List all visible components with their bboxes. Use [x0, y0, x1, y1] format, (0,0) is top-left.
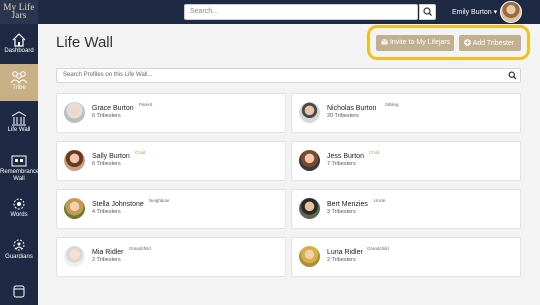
words-icon	[13, 198, 25, 210]
page-title: Life Wall	[56, 34, 113, 51]
jar-icon	[13, 285, 25, 298]
profile-search-input[interactable]: Search Profiles on this Life Wall...	[56, 68, 521, 83]
profile-name: Mia Ridler	[92, 249, 124, 256]
search-icon[interactable]	[508, 71, 517, 80]
profile-card[interactable]: Grace Burton Parent 6 Tribesters	[56, 93, 286, 133]
profile-photo	[64, 150, 85, 171]
profile-relation: Uncle	[374, 198, 386, 203]
profile-name: Stella Johnstone	[92, 201, 144, 208]
profile-photo	[299, 150, 320, 171]
profile-card[interactable]: Jess Burton Child 7 Tribesters	[291, 141, 521, 181]
search-icon	[423, 7, 432, 16]
profile-relation: Sibling	[385, 102, 399, 107]
profile-relation: Child	[369, 150, 380, 155]
sidebar-item-dashboard[interactable]: Dashboard	[0, 28, 38, 64]
add-tribester-button-label: Add Tribester	[472, 40, 515, 47]
profile-tribester-count: 2 Tribesters	[327, 257, 356, 263]
profile-name: Nicholas Burton	[327, 105, 377, 112]
profile-tribester-count: 7 Tribesters	[327, 161, 356, 167]
logo-text: My Life Jars	[3, 2, 35, 20]
invite-button-label: Invite to My Lifejars	[389, 39, 451, 46]
sidebar-item-label: Remembrance Wall	[0, 169, 40, 182]
profile-name: Luna Ridler	[327, 249, 363, 256]
profile-relation: Child	[135, 150, 146, 155]
wall-icon	[11, 111, 27, 126]
sidebar-item-tribe[interactable]: Tribe	[0, 64, 38, 101]
profile-card[interactable]: Luna Ridler Grandchild 2 Tribesters	[291, 237, 521, 277]
profile-card[interactable]: Mia Ridler Grandchild 2 Tribesters	[56, 237, 286, 277]
profile-name: Bert Menzies	[327, 201, 368, 208]
profile-name: Jess Burton	[327, 153, 364, 160]
profile-tribester-count: 3 Tribesters	[327, 209, 356, 215]
sidebar-item-words[interactable]: Words	[0, 194, 38, 226]
top-bar: My Life Jars Search... Emily Burton ▾	[0, 0, 540, 24]
profile-tribester-count: 20 Tribesters	[327, 113, 359, 119]
profile-card[interactable]: Stella Johnstone Neighbour 4 Tribesters	[56, 189, 286, 229]
plus-circle-icon	[464, 39, 471, 46]
people-icon	[10, 71, 28, 84]
profile-name: Sally Burton	[92, 153, 130, 160]
global-search-input[interactable]: Search...	[184, 4, 418, 20]
global-search-button[interactable]	[419, 4, 436, 20]
profile-tribester-count: 2 Tribesters	[92, 257, 121, 263]
profile-photo	[64, 198, 85, 219]
envelope-icon	[381, 39, 388, 45]
sidebar-item-label: Words	[10, 212, 28, 218]
sidebar-item-label: Life Wall	[7, 127, 31, 133]
profile-photo	[299, 102, 320, 123]
logo[interactable]: My Life Jars	[0, 0, 38, 24]
profile-relation: Grandchild	[367, 246, 389, 251]
sidebar-item-life-wall[interactable]: Life Wall	[0, 108, 38, 144]
house-icon	[12, 33, 26, 47]
profile-relation: Parent	[139, 102, 153, 107]
sidebar-item-remembrance-wall[interactable]: Remembrance Wall	[0, 150, 40, 190]
sidebar-item-guardians[interactable]: Guardians	[0, 236, 38, 272]
profile-photo	[64, 102, 85, 123]
profile-photo	[64, 246, 85, 267]
user-menu[interactable]: Emily Burton ▾	[452, 8, 497, 16]
profile-name: Grace Burton	[92, 105, 134, 112]
sidebar-item-label: Tribe	[12, 85, 26, 91]
guardians-icon	[13, 239, 25, 251]
profile-tribester-count: 6 Tribesters	[92, 161, 121, 167]
avatar[interactable]	[500, 1, 522, 23]
add-tribester-button[interactable]: Add Tribester	[459, 35, 521, 51]
sidebar-item-label: Guardians	[5, 254, 33, 260]
profile-photo	[299, 246, 320, 267]
profile-relation: Grandchild	[129, 246, 151, 251]
profile-tribester-count: 4 Tribesters	[92, 209, 121, 215]
global-search-placeholder: Search...	[190, 8, 219, 15]
profile-card[interactable]: Bert Menzies Uncle 3 Tribesters	[291, 189, 521, 229]
profile-relation: Neighbour	[149, 198, 170, 203]
sidebar-item-jars[interactable]	[0, 281, 38, 305]
profile-search-placeholder: Search Profiles on this Life Wall...	[63, 72, 153, 78]
profile-photo	[299, 198, 320, 219]
profile-card[interactable]: Nicholas Burton Sibling 20 Tribesters	[291, 93, 521, 133]
profile-card[interactable]: Sally Burton Child 6 Tribesters	[56, 141, 286, 181]
remembrance-icon	[11, 155, 27, 167]
sidebar: Dashboard Tribe Life Wall Remembrance Wa…	[0, 24, 40, 305]
invite-button[interactable]: Invite to My Lifejars	[376, 35, 454, 51]
profile-tribester-count: 6 Tribesters	[92, 113, 121, 119]
sidebar-item-label: Dashboard	[4, 48, 34, 54]
